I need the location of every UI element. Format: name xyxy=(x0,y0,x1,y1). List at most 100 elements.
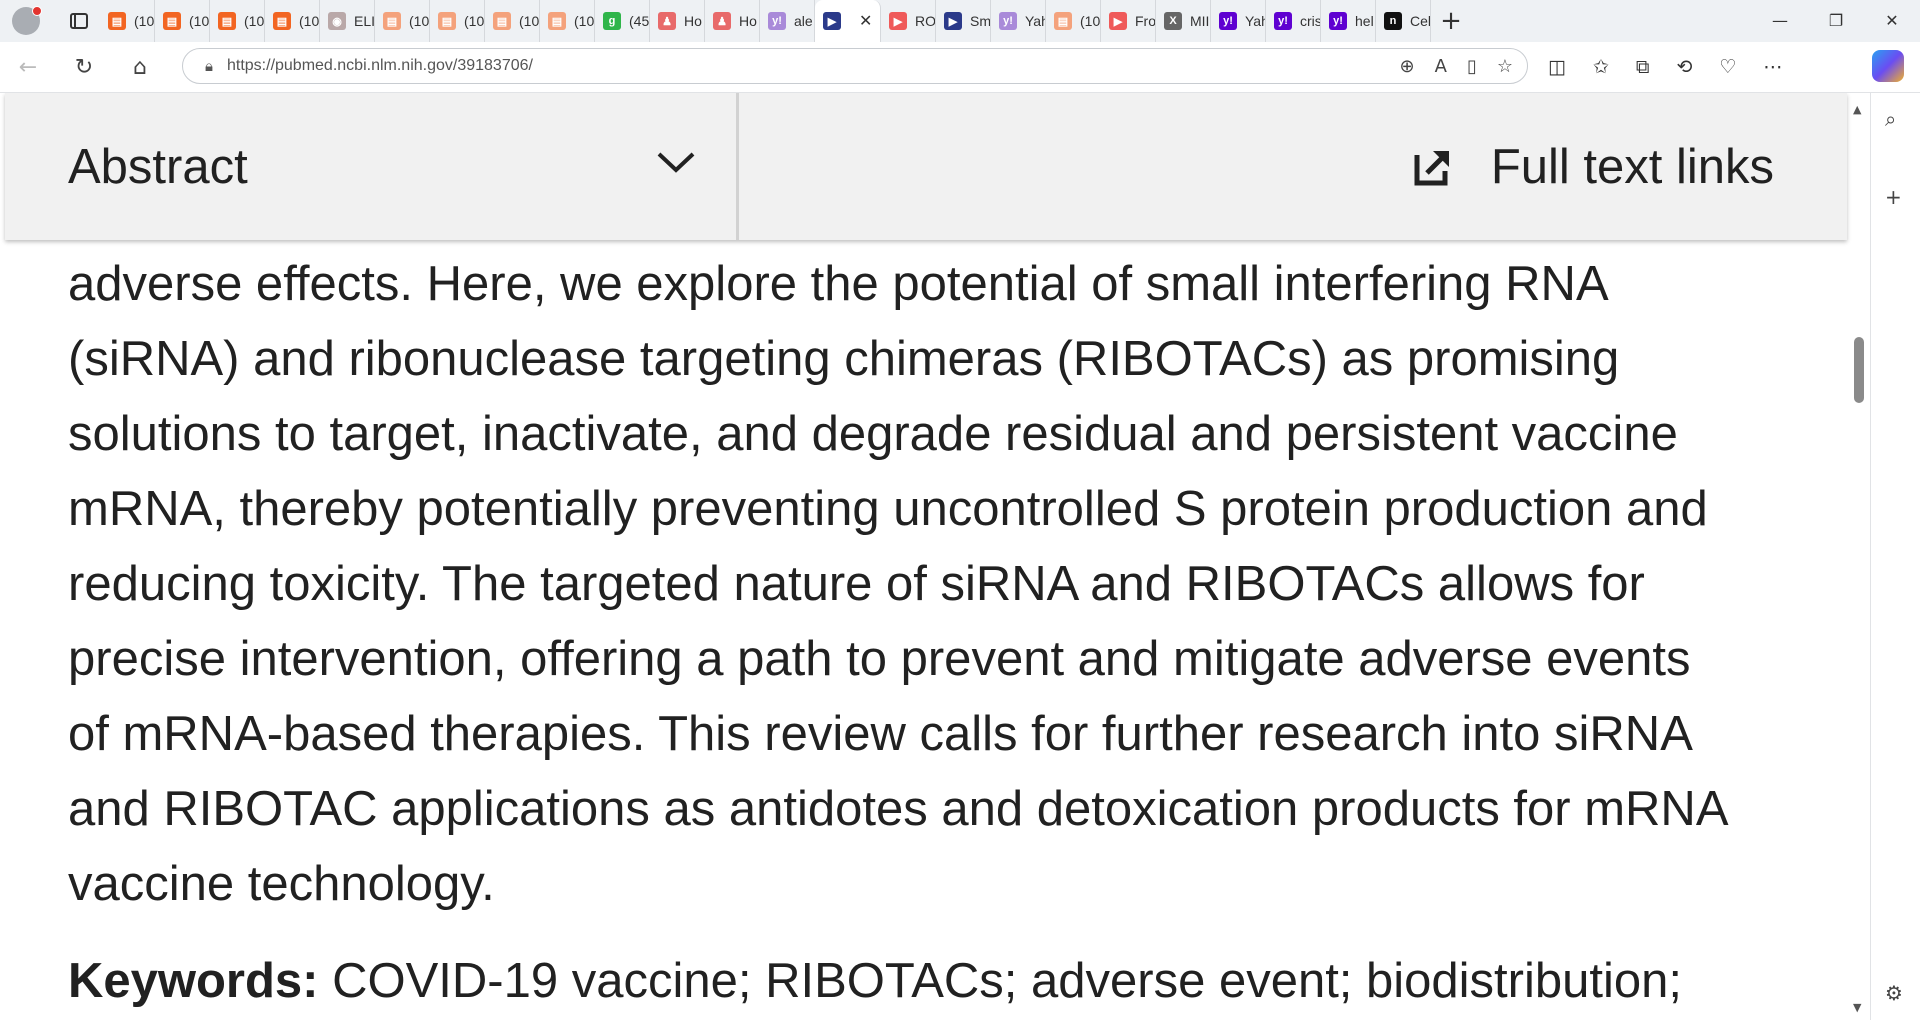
browser-tab[interactable]: ▶ Sm xyxy=(936,0,991,42)
tab-favicon-icon: y! xyxy=(768,12,786,30)
browser-tab[interactable]: y! ale xyxy=(760,0,815,42)
address-bar[interactable]: 🔒︎ https://pubmed.ncbi.nlm.nih.gov/39183… xyxy=(182,48,1528,84)
copilot-icon[interactable] xyxy=(1872,50,1904,82)
browser-tab[interactable]: ▶ Fro xyxy=(1101,0,1156,42)
tab-favicon-icon: ▤ xyxy=(108,12,126,30)
tab-title: Yah xyxy=(1245,13,1265,29)
browser-tab[interactable]: n Cel xyxy=(1376,0,1431,42)
keywords-list: COVID-19 vaccine; RIBOTACs; adverse even… xyxy=(318,954,1682,1008)
tab-title: (45 xyxy=(629,13,650,29)
profile-avatar-icon[interactable] xyxy=(12,6,42,35)
abstract-line: vaccine technology. xyxy=(68,857,495,911)
sticky-header: Abstract Full text links xyxy=(5,93,1847,240)
tab-favicon-icon: ▤ xyxy=(548,12,566,30)
tab-favicon-icon: g xyxy=(603,12,621,30)
browser-tab[interactable]: ▤ (10 xyxy=(210,0,265,42)
scroll-down-arrow-icon[interactable]: ▼ xyxy=(1853,1001,1861,1014)
tab-title: MII xyxy=(1190,13,1210,29)
tab-title: hel xyxy=(1355,13,1374,29)
browser-tab[interactable]: y! Yah xyxy=(991,0,1046,42)
browser-tab[interactable]: ▶ RO xyxy=(881,0,936,42)
browser-tab[interactable]: ▤ (10 xyxy=(1046,0,1101,42)
more-menu-icon[interactable]: ⋯ xyxy=(1763,56,1782,78)
refresh-button[interactable]: ↻ xyxy=(56,55,112,80)
browser-tab[interactable]: ▤ (10 xyxy=(485,0,540,42)
add-icon[interactable]: + xyxy=(1885,185,1902,209)
scrollbar-thumb[interactable] xyxy=(1854,337,1864,403)
browser-tab[interactable]: y! Yah xyxy=(1211,0,1266,42)
tab-favicon-icon: ♟ xyxy=(713,12,731,30)
browser-tab[interactable]: g (45 xyxy=(595,0,650,42)
browser-tab[interactable]: X MII xyxy=(1156,0,1211,42)
favorites-icon[interactable]: ✩ xyxy=(1593,56,1609,78)
tab-title: RO xyxy=(915,13,936,29)
tab-favicon-icon: y! xyxy=(999,12,1017,30)
abstract-text: adverse effects. Here, we explore the po… xyxy=(68,247,1788,922)
search-icon[interactable]: ⌕ xyxy=(1885,107,1896,131)
page-viewport: Abstract Full text links adverse effects… xyxy=(0,93,1870,1020)
browser-tab[interactable]: ▶ ✕ xyxy=(815,0,881,42)
abstract-line: of mRNA-based therapies. This review cal… xyxy=(68,707,1693,761)
browser-tab[interactable]: ▤ (10 xyxy=(375,0,430,42)
close-tab-icon[interactable]: ✕ xyxy=(859,11,872,31)
tab-favicon-icon: ▤ xyxy=(163,12,181,30)
tab-title: Yah xyxy=(1025,13,1045,29)
history-icon[interactable]: ⟲ xyxy=(1676,56,1692,78)
tab-title: (10 xyxy=(409,13,430,29)
back-button[interactable]: ← xyxy=(0,55,56,80)
read-aloud-icon[interactable]: A xyxy=(1435,56,1447,77)
abstract-line: mRNA, thereby potentially preventing unc… xyxy=(68,482,1708,536)
abstract-dropdown[interactable]: Abstract xyxy=(5,93,739,240)
tab-favicon-icon: ▤ xyxy=(273,12,291,30)
browser-tab[interactable]: y! hel xyxy=(1321,0,1376,42)
tab-favicon-icon: ♟ xyxy=(658,12,676,30)
favorite-star-icon[interactable]: ☆ xyxy=(1497,56,1513,77)
tab-title: (10 xyxy=(574,13,595,29)
new-tab-button[interactable]: + xyxy=(1431,6,1471,36)
browser-tab[interactable]: ▤ (10 xyxy=(430,0,485,42)
tab-favicon-icon: ▤ xyxy=(1054,12,1072,30)
browser-tab[interactable]: ♟ Ho xyxy=(705,0,760,42)
full-text-links-label: Full text links xyxy=(1490,139,1774,194)
tab-title: Cel xyxy=(1410,13,1431,29)
minimize-button[interactable]: — xyxy=(1752,0,1808,42)
browser-essentials-icon[interactable]: ♡ xyxy=(1719,56,1736,78)
lock-icon[interactable]: 🔒︎ xyxy=(205,57,213,75)
full-text-links-button[interactable]: Full text links xyxy=(739,93,1847,240)
collections-icon[interactable]: ⧉ xyxy=(1636,56,1650,78)
browser-tab[interactable]: ♟ Ho xyxy=(650,0,705,42)
tab-favicon-icon: n xyxy=(1384,12,1402,30)
scroll-up-arrow-icon[interactable]: ▲ xyxy=(1853,103,1861,116)
browser-tab[interactable]: ▤ (10 xyxy=(100,0,155,42)
browser-tab[interactable]: ▤ (10 xyxy=(265,0,320,42)
tab-strip: ▤ (10 ▤ (10 ▤ (10 ▤ (10 ◉ ELII ▤ (10 ▤ (10 ▤ (10 ▤ (10 g (4… xyxy=(0,0,1920,42)
zoom-icon[interactable]: ⊕ xyxy=(1400,56,1415,77)
gear-icon[interactable]: ⚙ xyxy=(1885,981,1903,1005)
home-button[interactable]: ⌂ xyxy=(112,55,168,80)
browser-tab[interactable]: ▤ (10 xyxy=(155,0,210,42)
browser-tab[interactable]: y! cris xyxy=(1266,0,1321,42)
tab-favicon-icon: ▤ xyxy=(493,12,511,30)
browser-tab[interactable]: ◉ ELII xyxy=(320,0,375,42)
browser-tab[interactable]: ▤ (10 xyxy=(540,0,595,42)
close-window-button[interactable]: ✕ xyxy=(1864,0,1920,42)
tab-title: (10 xyxy=(519,13,540,29)
keywords: Keywords: COVID-19 vaccine; RIBOTACs; ad… xyxy=(68,953,1682,1009)
split-screen-icon[interactable]: ◫ xyxy=(1548,56,1566,78)
tab-favicon-icon: X xyxy=(1164,12,1182,30)
tab-title: (10 xyxy=(244,13,265,29)
tab-favicon-icon: ▤ xyxy=(438,12,456,30)
tab-favicon-icon: y! xyxy=(1274,12,1292,30)
vertical-scrollbar[interactable]: ▲ ▼ xyxy=(1848,93,1870,1020)
tab-title: Fro xyxy=(1135,13,1156,29)
tab-actions-icon[interactable] xyxy=(70,13,88,29)
maximize-button[interactable]: ❐ xyxy=(1808,0,1864,42)
window-controls: — ❐ ✕ xyxy=(1752,0,1920,42)
tab-title: (10 xyxy=(299,13,320,29)
tab-favicon-icon: ▶ xyxy=(944,12,962,30)
tab-title: (10 xyxy=(1080,13,1101,29)
immersive-reader-icon[interactable]: ▯ xyxy=(1467,56,1477,77)
abstract-line: and RIBOTAC applications as antidotes an… xyxy=(68,782,1729,836)
tab-title: ELII xyxy=(354,13,375,29)
tab-favicon-icon: ◉ xyxy=(328,12,346,30)
